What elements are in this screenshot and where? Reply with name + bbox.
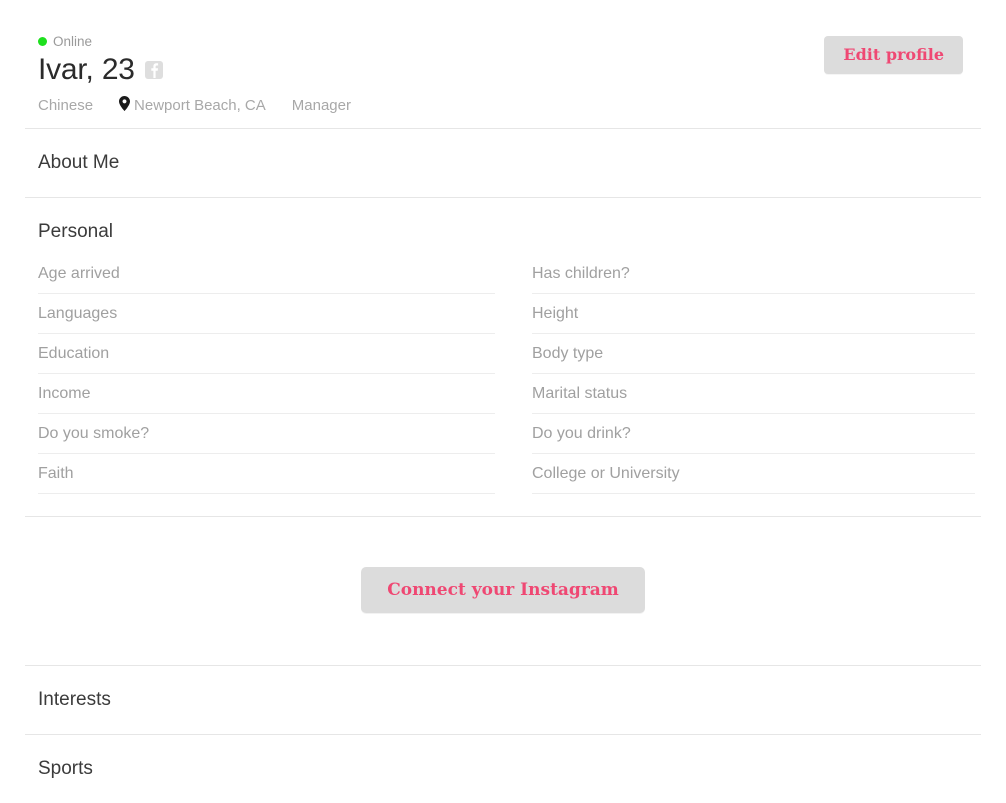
connect-instagram-button[interactable]: Connect your Instagram [361, 567, 645, 613]
section-title-interests: Interests [38, 689, 111, 710]
facebook-icon[interactable] [144, 61, 163, 79]
online-status-dot [38, 36, 47, 46]
edit-profile-button[interactable]: Edit profile [824, 36, 963, 74]
field-education[interactable]: Education [38, 334, 495, 374]
profile-meta: Chinese Newport Beach, CA Manager [38, 95, 981, 115]
field-languages[interactable]: Languages [38, 294, 495, 334]
field-do-you-drink[interactable]: Do you drink? [532, 414, 975, 454]
field-body-type[interactable]: Body type [532, 334, 975, 374]
personal-fields-grid: Age arrived Languages Education Income D… [25, 254, 981, 516]
profile-occupation: Manager [291, 96, 351, 114]
online-status-label: Online [53, 33, 93, 49]
field-do-you-smoke[interactable]: Do you smoke? [38, 414, 495, 454]
personal-fields-right-column: Has children? Height Body type Marital s… [532, 254, 975, 494]
profile-header: Online Ivar, 23 Chinese Newport Beach, C… [0, 0, 1006, 128]
field-faith[interactable]: Faith [38, 454, 495, 494]
profile-ethnicity: Chinese [38, 96, 94, 114]
location-pin-icon [119, 95, 131, 115]
field-marital-status[interactable]: Marital status [532, 374, 975, 414]
profile-location: Newport Beach, CA [134, 96, 266, 114]
section-title-personal: Personal [38, 221, 113, 242]
field-income[interactable]: Income [38, 374, 495, 414]
section-title-sports: Sports [38, 758, 93, 779]
instagram-cta-area: Connect your Instagram [0, 517, 1006, 665]
profile-page: Online Ivar, 23 Chinese Newport Beach, C… [0, 0, 1006, 779]
personal-section: Personal Age arrived Languages Education… [0, 198, 1006, 516]
field-age-arrived[interactable]: Age arrived [38, 254, 495, 294]
field-height[interactable]: Height [532, 294, 975, 334]
field-college-university[interactable]: College or University [532, 454, 975, 494]
field-has-children[interactable]: Has children? [532, 254, 975, 294]
personal-fields-left-column: Age arrived Languages Education Income D… [38, 254, 495, 494]
profile-name: Ivar, 23 [38, 53, 135, 86]
section-title-about-me: About Me [38, 152, 120, 173]
